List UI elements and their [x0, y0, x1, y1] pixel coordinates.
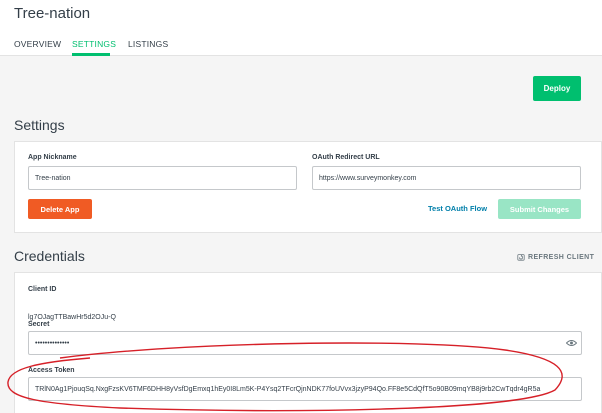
active-tab-indicator	[72, 53, 110, 56]
refresh-client-label: REFRESH CLIENT	[528, 253, 595, 261]
secret-input[interactable]: ••••••••••••••	[28, 331, 582, 355]
app-nickname-input[interactable]: Tree-nation	[28, 166, 297, 190]
oauth-redirect-input[interactable]: https://www.surveymonkey.com	[312, 166, 581, 190]
deploy-button[interactable]: Deploy	[533, 76, 581, 101]
tab-overview[interactable]: OVERVIEW	[14, 39, 61, 49]
top-bar: Tree-nation OVERVIEW SETTINGS LISTINGS	[0, 0, 602, 56]
delete-app-button[interactable]: Delete App	[28, 199, 92, 219]
client-id-value: lg7OJagTTBawHr5d2OJu-Q	[28, 314, 116, 321]
settings-card: App Nickname Tree-nation OAuth Redirect …	[14, 141, 602, 233]
tab-settings[interactable]: SETTINGS	[72, 39, 116, 49]
refresh-client-button[interactable]: REFRESH CLIENT	[517, 253, 594, 261]
oauth-redirect-label: OAuth Redirect URL	[312, 154, 380, 161]
app-title: Tree-nation	[14, 5, 91, 22]
test-oauth-link[interactable]: Test OAuth Flow	[428, 204, 487, 213]
tab-listings[interactable]: LISTINGS	[128, 39, 168, 49]
credentials-heading: Credentials	[14, 248, 85, 264]
refresh-icon	[517, 254, 525, 261]
credentials-card: Client ID lg7OJagTTBawHr5d2OJu-Q Secret …	[14, 272, 602, 413]
settings-heading: Settings	[14, 117, 65, 133]
app-nickname-label: App Nickname	[28, 154, 77, 161]
secret-label: Secret	[28, 321, 50, 328]
access-token-label: Access Token	[28, 367, 75, 374]
client-id-label: Client ID	[28, 286, 57, 293]
submit-changes-button[interactable]: Submit Changes	[498, 199, 581, 219]
show-secret-icon[interactable]	[566, 339, 577, 347]
access-token-input[interactable]: TRlN0Ag1PjouqSq.NxgFzsKV6TMF6DHH8yVsfDgE…	[28, 377, 582, 401]
